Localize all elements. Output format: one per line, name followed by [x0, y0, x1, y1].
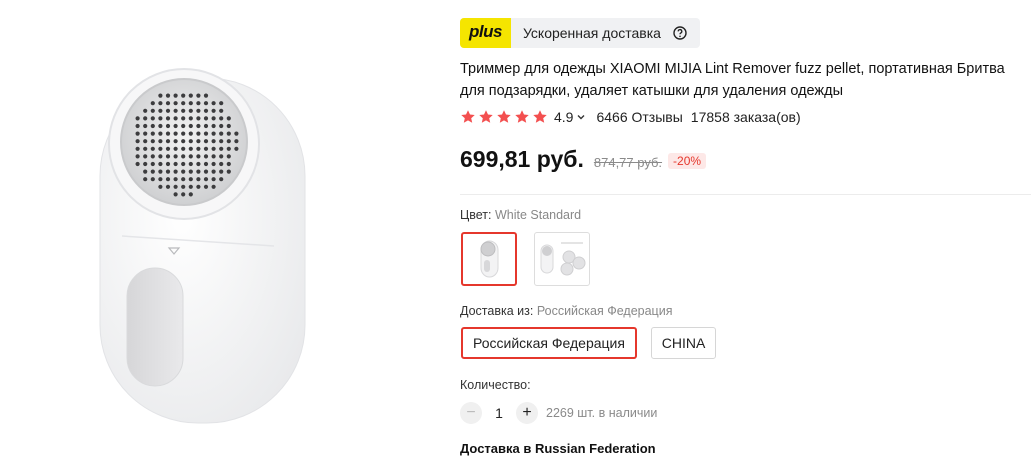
- current-price: 699,81 руб.: [460, 146, 584, 172]
- ship-from-option-russia[interactable]: Российская Федерация: [461, 327, 637, 359]
- star-icon: [497, 110, 511, 123]
- quantity-decrease-button[interactable]: −: [460, 402, 482, 424]
- stock-count: 2269 шт. в наличии: [546, 406, 658, 420]
- rating-value[interactable]: 4.9: [554, 109, 573, 125]
- divider: [460, 194, 1031, 195]
- star-icon: [479, 110, 493, 123]
- swatch-thumbnail-trimmer: [480, 240, 499, 278]
- product-title: Триммер для одежды XIAOMI MIJIA Lint Rem…: [460, 61, 1005, 99]
- discount-badge: -20%: [668, 153, 707, 169]
- color-option-bundle[interactable]: [534, 232, 590, 286]
- ship-from-label-text: Доставка из:: [460, 304, 534, 318]
- express-delivery-bar[interactable]: plus Ускоренная доставка: [460, 18, 700, 48]
- chevron-down-icon[interactable]: [576, 112, 586, 122]
- color-label-text: Цвет:: [460, 208, 492, 222]
- quantity-increase-button[interactable]: +: [516, 402, 538, 424]
- old-price: 874,77 руб.: [593, 155, 663, 170]
- color-label: Цвет: White Standard: [460, 208, 581, 222]
- ship-from-option-label: Российская Федерация: [473, 335, 625, 351]
- reviews-link[interactable]: 6466 Отзывы: [596, 109, 682, 125]
- swatch-thumbnail-bundle: [540, 242, 586, 276]
- product-image: [99, 68, 306, 424]
- orders-count: 17858 заказа(ов): [690, 109, 801, 125]
- rating-row: 4.9 6466 Отзывы 17858 заказа(ов): [460, 107, 801, 127]
- star-icon: [515, 110, 529, 123]
- star-icon: [461, 110, 475, 123]
- ship-from-option-china[interactable]: CHINA: [651, 327, 716, 359]
- rating-stars: [460, 109, 548, 125]
- star-icon: [533, 110, 547, 123]
- quantity-value[interactable]: 1: [482, 405, 516, 421]
- plus-logo: plus: [460, 18, 511, 48]
- quantity-label: Количество:: [460, 378, 531, 392]
- price-row: 699,81 руб. 874,77 руб. -20%: [460, 146, 707, 173]
- help-icon[interactable]: [673, 26, 687, 40]
- color-option-white-standard[interactable]: [461, 232, 517, 286]
- ship-from-selected-value: Российская Федерация: [536, 304, 673, 318]
- ship-from-option-label: CHINA: [661, 335, 706, 351]
- delivery-heading: Доставка в Russian Federation: [460, 441, 656, 456]
- ship-from-label: Доставка из: Российская Федерация: [460, 304, 672, 318]
- color-selected-value: White Standard: [494, 208, 582, 222]
- express-delivery-text: Ускоренная доставка: [522, 25, 661, 41]
- quantity-stepper: − 1 + 2269 шт. в наличии: [460, 401, 657, 425]
